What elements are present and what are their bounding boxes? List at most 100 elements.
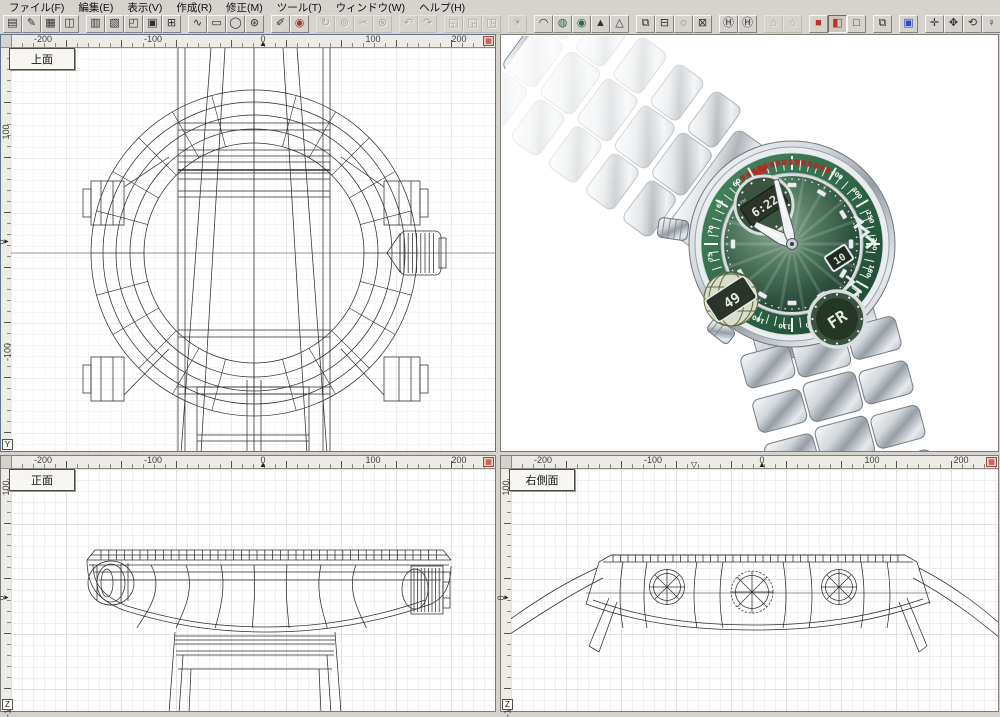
menu-item[interactable]: ファイル(F) [2, 0, 71, 15]
menu-item[interactable]: 編集(E) [71, 0, 120, 15]
ruler-corner [501, 456, 512, 469]
toolbar-handle-h1-button[interactable]: Ⓗ [719, 15, 738, 33]
horizontal-ruler: -200-1000100200▲ [11, 456, 495, 469]
toolbar-home-alt-button: ⌂ [783, 15, 802, 33]
toolbar-pen-tool-button[interactable]: ✐ [271, 15, 290, 33]
ruler-number: 100 [864, 456, 879, 465]
toolbar-rotate-view-button[interactable]: ⟲ [963, 15, 982, 33]
toolbar-library-button[interactable]: ▣ [143, 15, 162, 33]
viewport-front-view[interactable]: -200-1000100200▲ 1000-100► 正面 ▦ Z [0, 455, 496, 712]
svg-text:110: 110 [777, 322, 791, 330]
toolbar-handle-h2-button[interactable]: Ⓗ [738, 15, 757, 33]
toolbar-mask-button[interactable]: ◌ [674, 15, 693, 33]
wireframe-top-view [11, 48, 495, 451]
toolbar-shading-shaded-button[interactable]: ◧ [828, 15, 847, 33]
ruler-marker: ► [503, 595, 510, 602]
toolbar-info-cube-button[interactable]: ▣ [899, 15, 918, 33]
axis-indicator-z: Z [2, 699, 13, 710]
axis-indicator-y: Y [2, 439, 13, 450]
viewport-top-view[interactable]: -200-1000100200▲ 1000-100► 上面 ▦ Y [0, 34, 496, 452]
ruler-marker: ▲ [758, 461, 766, 469]
toolbar-orbit-button: ⊚ [335, 15, 354, 33]
toolbar-window-c-button: ◳ [482, 15, 501, 33]
toolbar-sphere-tool-button[interactable]: ⊛ [245, 15, 264, 33]
ruler-corner [1, 35, 12, 48]
ruler-number: 200 [451, 35, 466, 44]
horizontal-ruler: -200-1000100200▽▲ [511, 456, 998, 469]
subdial-day: FR [809, 291, 865, 347]
cad-application-window: { "app": {"background": "#d6d3ce", "acce… [0, 0, 1000, 712]
viewport-label-top[interactable]: 上面 [9, 48, 75, 70]
toolbar-shading-solid-button[interactable]: ■ [809, 15, 828, 33]
toolbar-ruler-button[interactable]: ▥ [86, 15, 105, 33]
toolbar-polyline-tool-button[interactable]: ∿ [188, 15, 207, 33]
ruler-number: -100 [144, 456, 162, 465]
toolbar-tile-window-button[interactable]: ⊟ [655, 15, 674, 33]
menu-item[interactable]: ツール(T) [270, 0, 329, 15]
toolbar-terrain-button[interactable]: ▲ [591, 15, 610, 33]
toolbar-terrain-wire-button[interactable]: △ [610, 15, 629, 33]
menu-item[interactable]: ヘルプ(H) [412, 0, 472, 15]
viewport-right-side-view[interactable]: -200-1000100200▽▲ 1000-100► 右側面 ▦ Z [500, 455, 999, 712]
ruler-number: -100 [644, 456, 662, 465]
toolbar-save-button[interactable]: ▦ [41, 15, 60, 33]
toolbar-protractor-button[interactable]: ◠ [534, 15, 553, 33]
toolbar-open-file-button[interactable]: ▤ [3, 15, 22, 33]
ruler-number: -100 [144, 35, 162, 44]
crown [657, 217, 689, 241]
toolbar-link-button[interactable]: ⊠ [693, 15, 712, 33]
axis-indicator-z: Z [502, 699, 513, 710]
toolbar-undo-button: ↶ [399, 15, 418, 33]
viewport-perspective-render[interactable]: 4003002502001801601401201101009080757065… [500, 34, 999, 452]
toolbar-grid-table-button[interactable]: ⊞ [162, 15, 181, 33]
toolbar-material-ball-button[interactable]: ◉ [290, 15, 309, 33]
toolbar-globe-solid-button[interactable]: ◉ [572, 15, 591, 33]
toolbar-redo-button: ↷ [418, 15, 437, 33]
toolbar-circle-tool-button[interactable]: ◯ [226, 15, 245, 33]
menu-item[interactable]: 表示(V) [120, 0, 169, 15]
ruler-number: -200 [34, 35, 52, 44]
toolbar-light-view-button[interactable]: ♀ [982, 15, 1000, 33]
toolbar-pan-view-button[interactable]: ✛ [925, 15, 944, 33]
watch-render: 4003002502001801601401201101009080757065… [502, 36, 998, 451]
svg-text:75: 75 [707, 252, 715, 262]
viewport-label-front[interactable]: 正面 [9, 469, 75, 491]
toolbar-window-edit-button[interactable]: ◫ [60, 15, 79, 33]
ruler-number: 100 [2, 124, 11, 139]
horizontal-ruler: -200-1000100200▲ [11, 35, 495, 48]
menu-item[interactable]: ウィンドウ(W) [329, 0, 412, 15]
toolbar-boolean-button: ⊗ [373, 15, 392, 33]
toolbar-shading-wireframe-button[interactable]: □ [847, 15, 866, 33]
menu-bar: ファイル(F)編集(E)表示(V)作成(R)修正(M)ツール(T)ウィンドウ(W… [0, 0, 1000, 14]
ruler-marker: ▲ [259, 40, 267, 48]
ruler-toggle-icon[interactable]: ▦ [986, 457, 997, 467]
ruler-number: 100 [365, 35, 380, 44]
toolbar-copy-window-button[interactable]: ⧉ [636, 15, 655, 33]
toolbar-home-view-button: ⌂ [764, 15, 783, 33]
toolbar-trim-button: ✂ [354, 15, 373, 33]
toolbar-rectangle-tool-button[interactable]: ▭ [207, 15, 226, 33]
toolbar-light-sun-button: ☀ [508, 15, 527, 33]
ruler-marker: ► [3, 239, 10, 246]
toolbar-edit-sheet-button[interactable]: ✎ [22, 15, 41, 33]
ruler-marker: ▲ [259, 461, 267, 469]
main-toolbar: ▤✎▦◫▥▧◰▣⊞∿▭◯⊛✐◉↻⊚✂⊗↶↷◱◲◳☀◠◍◉▲△⧉⊟◌⊠ⒽⒽ⌂⌂■◧… [0, 14, 1000, 35]
toolbar-rotate-copy-button: ↻ [316, 15, 335, 33]
toolbar-window-b-button: ◲ [463, 15, 482, 33]
ruler-marker: ► [3, 595, 10, 602]
menu-item[interactable]: 作成(R) [169, 0, 219, 15]
viewport-label-right-side[interactable]: 右側面 [509, 469, 575, 491]
toolbar-move-view-button[interactable]: ✥ [944, 15, 963, 33]
ruler-number: 100 [365, 456, 380, 465]
ruler-number: 200 [953, 456, 968, 465]
ruler-toggle-icon[interactable]: ▦ [483, 36, 494, 46]
ruler-toggle-icon[interactable]: ▦ [483, 457, 494, 467]
toolbar-screen-button[interactable]: ◰ [124, 15, 143, 33]
wireframe-side-view [511, 469, 998, 711]
toolbar-cascade-windows-button[interactable]: ⧉ [873, 15, 892, 33]
menu-item[interactable]: 修正(M) [219, 0, 270, 15]
toolbar-texture-button[interactable]: ▧ [105, 15, 124, 33]
ruler-number: -200 [34, 456, 52, 465]
ruler-marker: ▽ [691, 461, 697, 469]
toolbar-globe-shade-button[interactable]: ◍ [553, 15, 572, 33]
